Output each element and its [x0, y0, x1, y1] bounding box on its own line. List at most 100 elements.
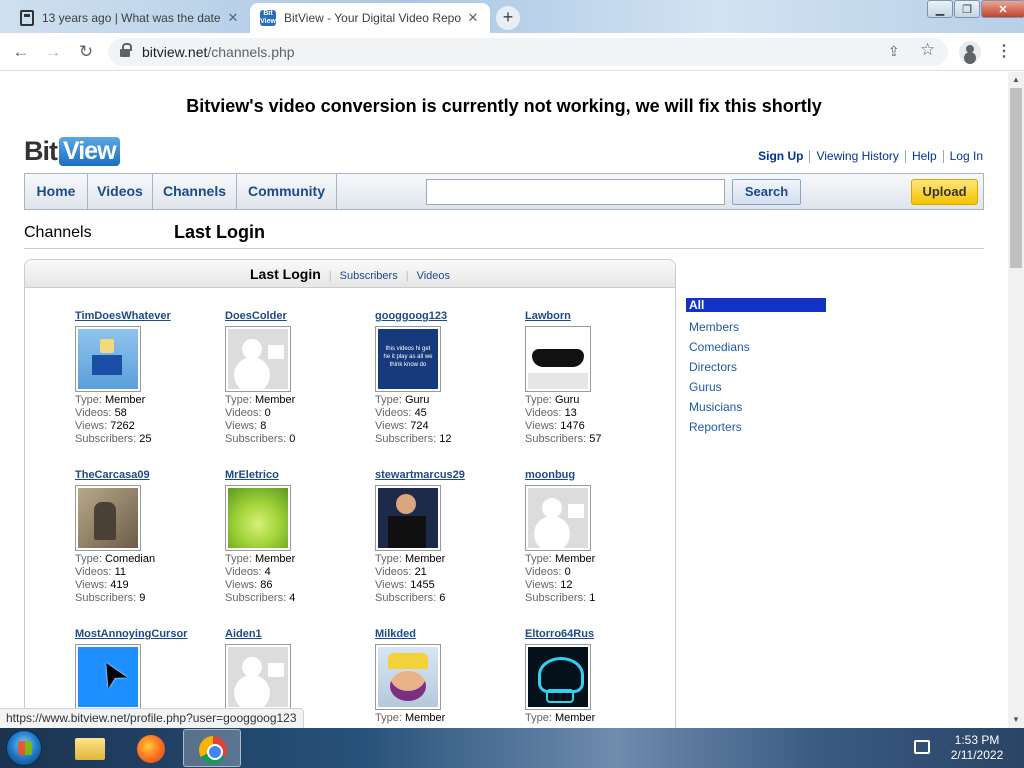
filter-members[interactable]: Members — [686, 317, 826, 337]
stat-label: Type: — [375, 394, 402, 406]
channel-avatar[interactable] — [75, 485, 141, 551]
viewing-history-link[interactable]: Viewing History — [809, 150, 904, 163]
clock[interactable]: 1:53 PM 2/11/2022 — [942, 733, 1012, 763]
channel-stats: Type: Guru Videos: 13 Views: 1476 Subscribe… — [525, 394, 675, 446]
channel-avatar[interactable]: ➤ — [75, 644, 141, 710]
log-in-link[interactable]: Log In — [942, 150, 983, 163]
share-icon[interactable]: ⇪ — [888, 43, 900, 60]
channel-avatar[interactable] — [525, 326, 591, 392]
search-input[interactable] — [426, 179, 725, 205]
stat-label: Type: — [75, 394, 102, 406]
avatar-image — [78, 329, 138, 389]
stat-value: 12 — [439, 433, 452, 445]
window-close-button[interactable]: ✕ — [981, 0, 1024, 18]
filter-gurus[interactable]: Gurus — [686, 377, 826, 397]
browser-menu-icon[interactable]: ⋮ — [996, 41, 1012, 61]
filter-comedians[interactable]: Comedians — [686, 337, 826, 357]
channel-card: Milkded Type: Member — [375, 628, 525, 725]
channel-name-link[interactable]: MostAnnoyingCursor — [75, 628, 225, 642]
channel-avatar[interactable] — [375, 485, 441, 551]
stat-value: Member — [254, 394, 296, 406]
upload-button[interactable]: Upload — [911, 179, 978, 205]
tab-calculator[interactable]: 13 years ago | What was the date ✕ — [10, 3, 250, 33]
channel-name-link[interactable]: Aiden1 — [225, 628, 375, 642]
url-field[interactable]: bitview.net/channels.php — [108, 38, 948, 66]
stat-value: Member — [554, 553, 596, 565]
nav-community[interactable]: Community — [237, 174, 337, 209]
channel-name-link[interactable]: MrEletrico — [225, 469, 375, 483]
channel-avatar[interactable] — [525, 485, 591, 551]
tab-videos[interactable]: Videos — [417, 270, 450, 282]
cursor-arrow-icon: ➤ — [88, 652, 136, 696]
forward-arrow-icon[interactable]: → — [42, 42, 64, 62]
scroll-thumb[interactable] — [1010, 88, 1022, 268]
window-controls: ▁ ❐ ✕ — [926, 0, 1024, 20]
bitview-logo[interactable]: Bit View — [24, 134, 120, 168]
nav-home[interactable]: Home — [25, 174, 88, 209]
page-viewport: Bitview's video conversion is currently … — [0, 72, 1008, 728]
reload-icon[interactable]: ↻ — [75, 42, 97, 62]
tab-title: 13 years ago | What was the date — [42, 11, 221, 25]
taskbar-firefox[interactable] — [122, 729, 180, 767]
search-button[interactable]: Search — [732, 179, 801, 205]
channel-name-link[interactable]: TheCarcasa09 — [75, 469, 225, 483]
channel-avatar[interactable] — [225, 326, 291, 392]
taskbar-explorer[interactable] — [60, 729, 118, 767]
sign-up-link[interactable]: Sign Up — [752, 150, 809, 163]
profile-avatar-icon[interactable] — [959, 41, 981, 63]
minimize-button[interactable]: ▁ — [927, 0, 953, 18]
nav-channels[interactable]: Channels — [153, 174, 237, 209]
tab-last-login[interactable]: Last Login — [250, 266, 321, 282]
start-button[interactable] — [6, 730, 42, 766]
nav-videos[interactable]: Videos — [88, 174, 153, 209]
channel-name-link[interactable]: googgoog123 — [375, 310, 525, 324]
channel-avatar[interactable]: this videos hi get he it play as all we … — [375, 326, 441, 392]
stat-label: Views: — [375, 579, 408, 591]
channel-name-link[interactable]: Eltorro64Rus — [525, 628, 675, 642]
channel-stats: Type: Member Videos: 0 Views: 8 Subscribers… — [225, 394, 375, 446]
tab-subscribers[interactable]: Subscribers — [340, 270, 398, 282]
channel-name-link[interactable]: Lawborn — [525, 310, 675, 324]
channel-avatar[interactable] — [225, 485, 291, 551]
close-icon[interactable]: ✕ — [226, 10, 240, 26]
new-tab-button[interactable]: + — [496, 6, 520, 30]
stat-value: 419 — [110, 579, 129, 591]
taskbar-chrome[interactable] — [183, 729, 241, 767]
filter-all[interactable]: All — [686, 298, 826, 312]
channel-avatar[interactable] — [225, 644, 291, 710]
channel-avatar[interactable] — [375, 644, 441, 710]
channel-name-link[interactable]: DoesColder — [225, 310, 375, 324]
filter-musicians[interactable]: Musicians — [686, 397, 826, 417]
back-arrow-icon[interactable]: ← — [10, 42, 32, 62]
maximize-button[interactable]: ❐ — [954, 0, 980, 18]
channel-card: TheCarcasa09 Type: Comedian Videos: 11 View… — [75, 469, 225, 605]
channel-name-link[interactable]: TimDoesWhatever — [75, 310, 225, 324]
stat-label: Views: — [525, 579, 558, 591]
channels-panel: Last Login | Subscribers | Videos TimDoesWha… — [24, 259, 676, 728]
close-icon[interactable]: ✕ — [466, 10, 480, 26]
chrome-icon — [199, 736, 227, 764]
filter-directors[interactable]: Directors — [686, 357, 826, 377]
channel-avatar[interactable] — [75, 326, 141, 392]
scroll-up-icon[interactable]: ▲ — [1008, 72, 1024, 88]
scroll-down-icon[interactable]: ▼ — [1008, 712, 1024, 728]
channel-name-link[interactable]: Milkded — [375, 628, 525, 642]
stat-value: 724 — [410, 420, 429, 432]
stat-label: Subscribers: — [75, 433, 137, 445]
channel-name-link[interactable]: moonbug — [525, 469, 675, 483]
help-link[interactable]: Help — [904, 150, 943, 163]
filter-reporters[interactable]: Reporters — [686, 417, 826, 437]
channel-avatar[interactable] — [525, 644, 591, 710]
bookmark-star-icon[interactable]: ☆ — [920, 40, 935, 60]
avatar-image: this videos hi get he it play as all we … — [378, 329, 438, 389]
channel-stats: Type: Member Videos: 0 Views: 12 Subscriber… — [525, 553, 675, 605]
channel-name-link[interactable]: stewartmarcus29 — [375, 469, 525, 483]
stat-label: Videos: — [75, 407, 112, 419]
channel-type-filter: All Members Comedians Directors Gurus Mu… — [686, 298, 826, 437]
firefox-icon — [137, 735, 165, 763]
channel-stats: Type: Member Videos: 4 Views: 86 Subscriber… — [225, 553, 375, 605]
tab-bitview[interactable]: Bit View BitView - Your Digital Video Rep… — [250, 3, 490, 33]
page-scrollbar[interactable]: ▲ ▼ — [1008, 72, 1024, 728]
stat-label: Type: — [525, 394, 552, 406]
network-icon[interactable] — [914, 740, 930, 754]
